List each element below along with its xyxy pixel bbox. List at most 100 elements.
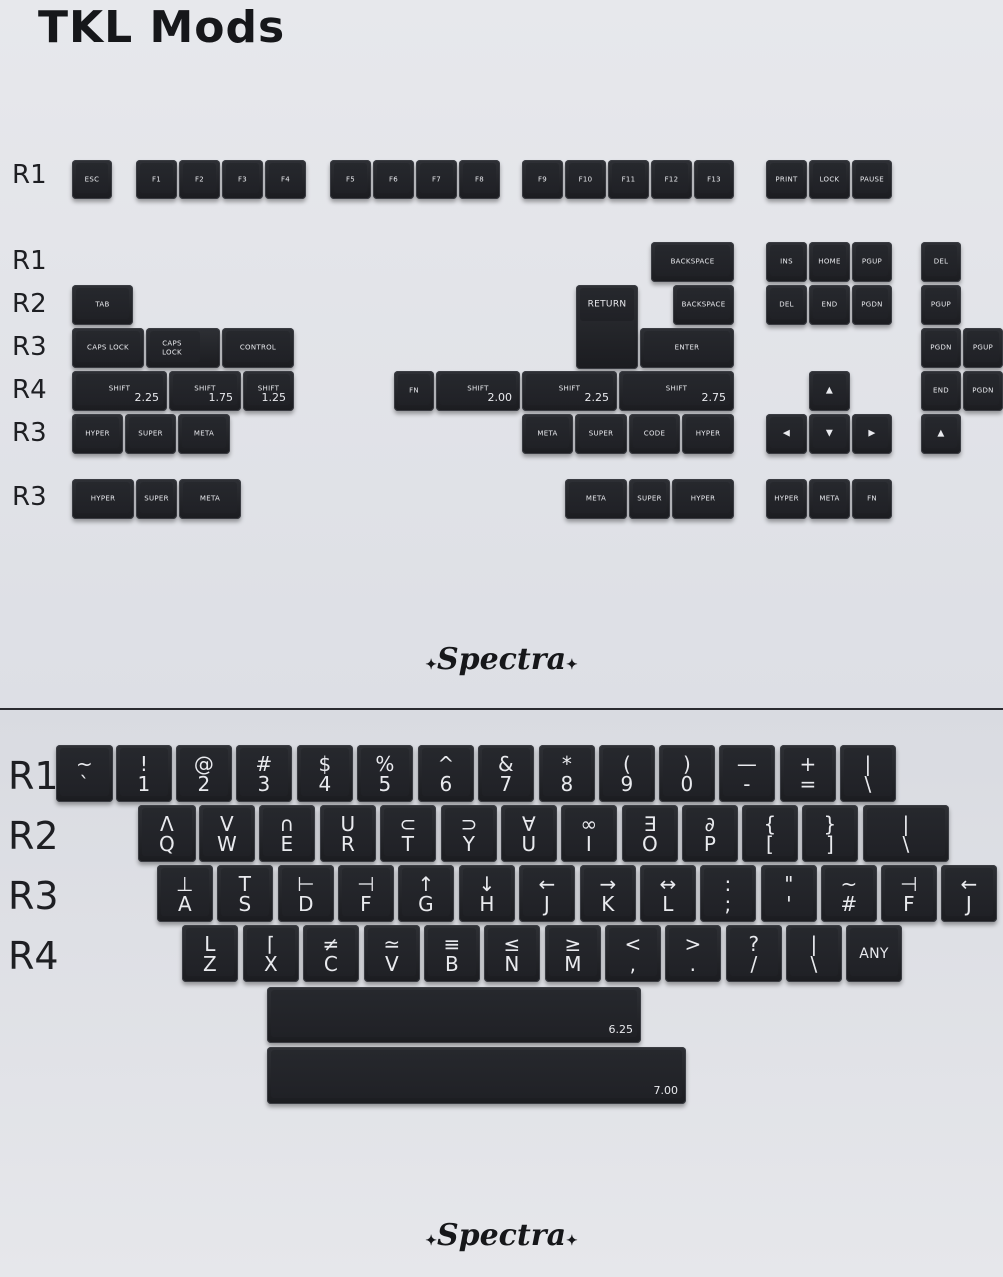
keycap-fn[interactable]: FN bbox=[394, 371, 434, 411]
keycap-r2-1[interactable]: Λ Q bbox=[138, 805, 196, 862]
keycap-meta[interactable]: META bbox=[565, 479, 627, 519]
keycap-r2-8[interactable]: ∞ I bbox=[561, 805, 617, 862]
keycap-r4-1[interactable]: L Z bbox=[182, 925, 238, 982]
keycap-shift-2-25[interactable]: SHIFT 2.25 bbox=[72, 371, 167, 411]
keycap-r4-2[interactable]: ⌈ X bbox=[243, 925, 299, 982]
keycap-caps-lock[interactable]: CAPS LOCK bbox=[72, 328, 144, 368]
keycap-r1-13[interactable]: + = bbox=[780, 745, 836, 802]
keycap-r3-6[interactable]: ↓ H bbox=[459, 865, 515, 922]
keycap-print[interactable]: PRINT bbox=[766, 160, 807, 199]
keycap-r1-2[interactable]: ! 1 bbox=[116, 745, 172, 802]
keycap-f8[interactable]: F8 bbox=[459, 160, 500, 199]
keycap-backspace-small[interactable]: BACKSPACE bbox=[673, 285, 734, 325]
keycap-r1-8[interactable]: & 7 bbox=[478, 745, 534, 802]
keycap-caps-lock-stepped[interactable]: CAPS LOCK bbox=[146, 328, 220, 368]
keycap-r2-4[interactable]: U R bbox=[320, 805, 376, 862]
keycap-r2-12[interactable]: } ] bbox=[802, 805, 858, 862]
keycap-r2-13[interactable]: | \ bbox=[863, 805, 949, 862]
keycap-del[interactable]: DEL bbox=[921, 242, 961, 282]
keycap-r4-6[interactable]: ≤ N bbox=[484, 925, 540, 982]
keycap-f7[interactable]: F7 bbox=[416, 160, 457, 199]
spacebar-7-00[interactable]: 7.00 bbox=[267, 1047, 686, 1104]
keycap-lock[interactable]: LOCK bbox=[809, 160, 850, 199]
keycap-tab[interactable]: TAB bbox=[72, 285, 133, 325]
keycap-r3-3[interactable]: ⊢ D bbox=[278, 865, 334, 922]
keycap-fn[interactable]: FN bbox=[852, 479, 892, 519]
keycap-home[interactable]: HOME bbox=[809, 242, 850, 282]
keycap-f2[interactable]: F2 bbox=[179, 160, 220, 199]
keycap-r3-7[interactable]: ← J bbox=[519, 865, 575, 922]
keycap-end[interactable]: END bbox=[809, 285, 850, 325]
keycap-r2-9[interactable]: ∃ O bbox=[622, 805, 678, 862]
keycap-shift-2-75[interactable]: SHIFT 2.75 bbox=[619, 371, 734, 411]
keycap-r1-7[interactable]: ^ 6 bbox=[418, 745, 474, 802]
keycap-r3-11[interactable]: " ' bbox=[761, 865, 817, 922]
keycap-pgup[interactable]: PGUP bbox=[921, 285, 961, 325]
keycap-r1-5[interactable]: $ 4 bbox=[297, 745, 353, 802]
keycap-code[interactable]: CODE bbox=[629, 414, 680, 454]
keycap-meta[interactable]: META bbox=[179, 479, 241, 519]
keycap-shift-2-00[interactable]: SHIFT 2.00 bbox=[436, 371, 520, 411]
keycap-control[interactable]: CONTROL bbox=[222, 328, 294, 368]
keycap-f9[interactable]: F9 bbox=[522, 160, 563, 199]
keycap-hyper[interactable]: HYPER bbox=[672, 479, 734, 519]
keycap-r3-14[interactable]: ← J bbox=[941, 865, 997, 922]
keycap-r2-11[interactable]: { [ bbox=[742, 805, 798, 862]
keycap-hyper[interactable]: HYPER bbox=[766, 479, 807, 519]
keycap-r4-5[interactable]: ≡ B bbox=[424, 925, 480, 982]
keycap-pgdn[interactable]: PGDN bbox=[921, 328, 961, 368]
keycap-arrow-up[interactable]: ▲ bbox=[921, 414, 961, 454]
keycap-f5[interactable]: F5 bbox=[330, 160, 371, 199]
keycap-shift-1-25[interactable]: SHIFT 1.25 bbox=[243, 371, 294, 411]
keycap-shift-1-75[interactable]: SHIFT 1.75 bbox=[169, 371, 241, 411]
keycap-pause[interactable]: PAUSE bbox=[852, 160, 892, 199]
keycap-r2-10[interactable]: ∂ P bbox=[682, 805, 738, 862]
keycap-r3-13[interactable]: ⊣ F bbox=[881, 865, 937, 922]
keycap-arrow-right[interactable]: ▶ bbox=[852, 414, 892, 454]
keycap-arrow-down[interactable]: ▼ bbox=[809, 414, 850, 454]
keycap-hyper[interactable]: HYPER bbox=[682, 414, 734, 454]
keycap-r3-1[interactable]: ⊥ A bbox=[157, 865, 213, 922]
keycap-backspace[interactable]: BACKSPACE bbox=[651, 242, 734, 282]
keycap-f13[interactable]: F13 bbox=[694, 160, 734, 199]
keycap-esc[interactable]: ESC bbox=[72, 160, 112, 199]
keycap-return-iso[interactable]: RETURN bbox=[576, 285, 638, 369]
keycap-r2-5[interactable]: ⊂ T bbox=[380, 805, 436, 862]
keycap-end[interactable]: END bbox=[921, 371, 961, 411]
keycap-r4-7[interactable]: ≥ M bbox=[545, 925, 601, 982]
keycap-r4-3[interactable]: ≠ C bbox=[303, 925, 359, 982]
keycap-r3-5[interactable]: ↑ G bbox=[398, 865, 454, 922]
keycap-pgdn[interactable]: PGDN bbox=[963, 371, 1003, 411]
keycap-shift-2-25[interactable]: SHIFT 2.25 bbox=[522, 371, 617, 411]
keycap-r3-9[interactable]: ↔ L bbox=[640, 865, 696, 922]
keycap-r4-9[interactable]: > . bbox=[665, 925, 721, 982]
keycap-r3-8[interactable]: → K bbox=[580, 865, 636, 922]
keycap-r4-12[interactable]: ANY bbox=[846, 925, 902, 982]
keycap-r1-1[interactable]: ~ ` bbox=[56, 745, 113, 802]
keycap-f12[interactable]: F12 bbox=[651, 160, 692, 199]
keycap-r4-4[interactable]: ≃ V bbox=[364, 925, 420, 982]
keycap-meta[interactable]: META bbox=[178, 414, 230, 454]
keycap-r2-6[interactable]: ⊃ Y bbox=[441, 805, 497, 862]
keycap-r2-7[interactable]: ∀ U bbox=[501, 805, 557, 862]
keycap-pgdn[interactable]: PGDN bbox=[852, 285, 892, 325]
keycap-r4-10[interactable]: ? / bbox=[726, 925, 782, 982]
keycap-r1-9[interactable]: * 8 bbox=[539, 745, 595, 802]
keycap-r4-11[interactable]: | \ bbox=[786, 925, 842, 982]
keycap-r1-11[interactable]: ) 0 bbox=[659, 745, 715, 802]
keycap-meta[interactable]: META bbox=[809, 479, 850, 519]
keycap-f4[interactable]: F4 bbox=[265, 160, 306, 199]
keycap-f1[interactable]: F1 bbox=[136, 160, 177, 199]
keycap-super[interactable]: SUPER bbox=[136, 479, 177, 519]
keycap-f3[interactable]: F3 bbox=[222, 160, 263, 199]
keycap-r1-6[interactable]: % 5 bbox=[357, 745, 413, 802]
keycap-del[interactable]: DEL bbox=[766, 285, 807, 325]
keycap-r3-4[interactable]: ⊣ F bbox=[338, 865, 394, 922]
keycap-r2-2[interactable]: V W bbox=[199, 805, 255, 862]
keycap-hyper[interactable]: HYPER bbox=[72, 414, 123, 454]
keycap-r3-12[interactable]: ~ # bbox=[821, 865, 877, 922]
keycap-r1-3[interactable]: @ 2 bbox=[176, 745, 232, 802]
spacebar-6-25[interactable]: 6.25 bbox=[267, 987, 641, 1043]
keycap-r3-2[interactable]: T S bbox=[217, 865, 273, 922]
keycap-r1-14[interactable]: | \ bbox=[840, 745, 896, 802]
